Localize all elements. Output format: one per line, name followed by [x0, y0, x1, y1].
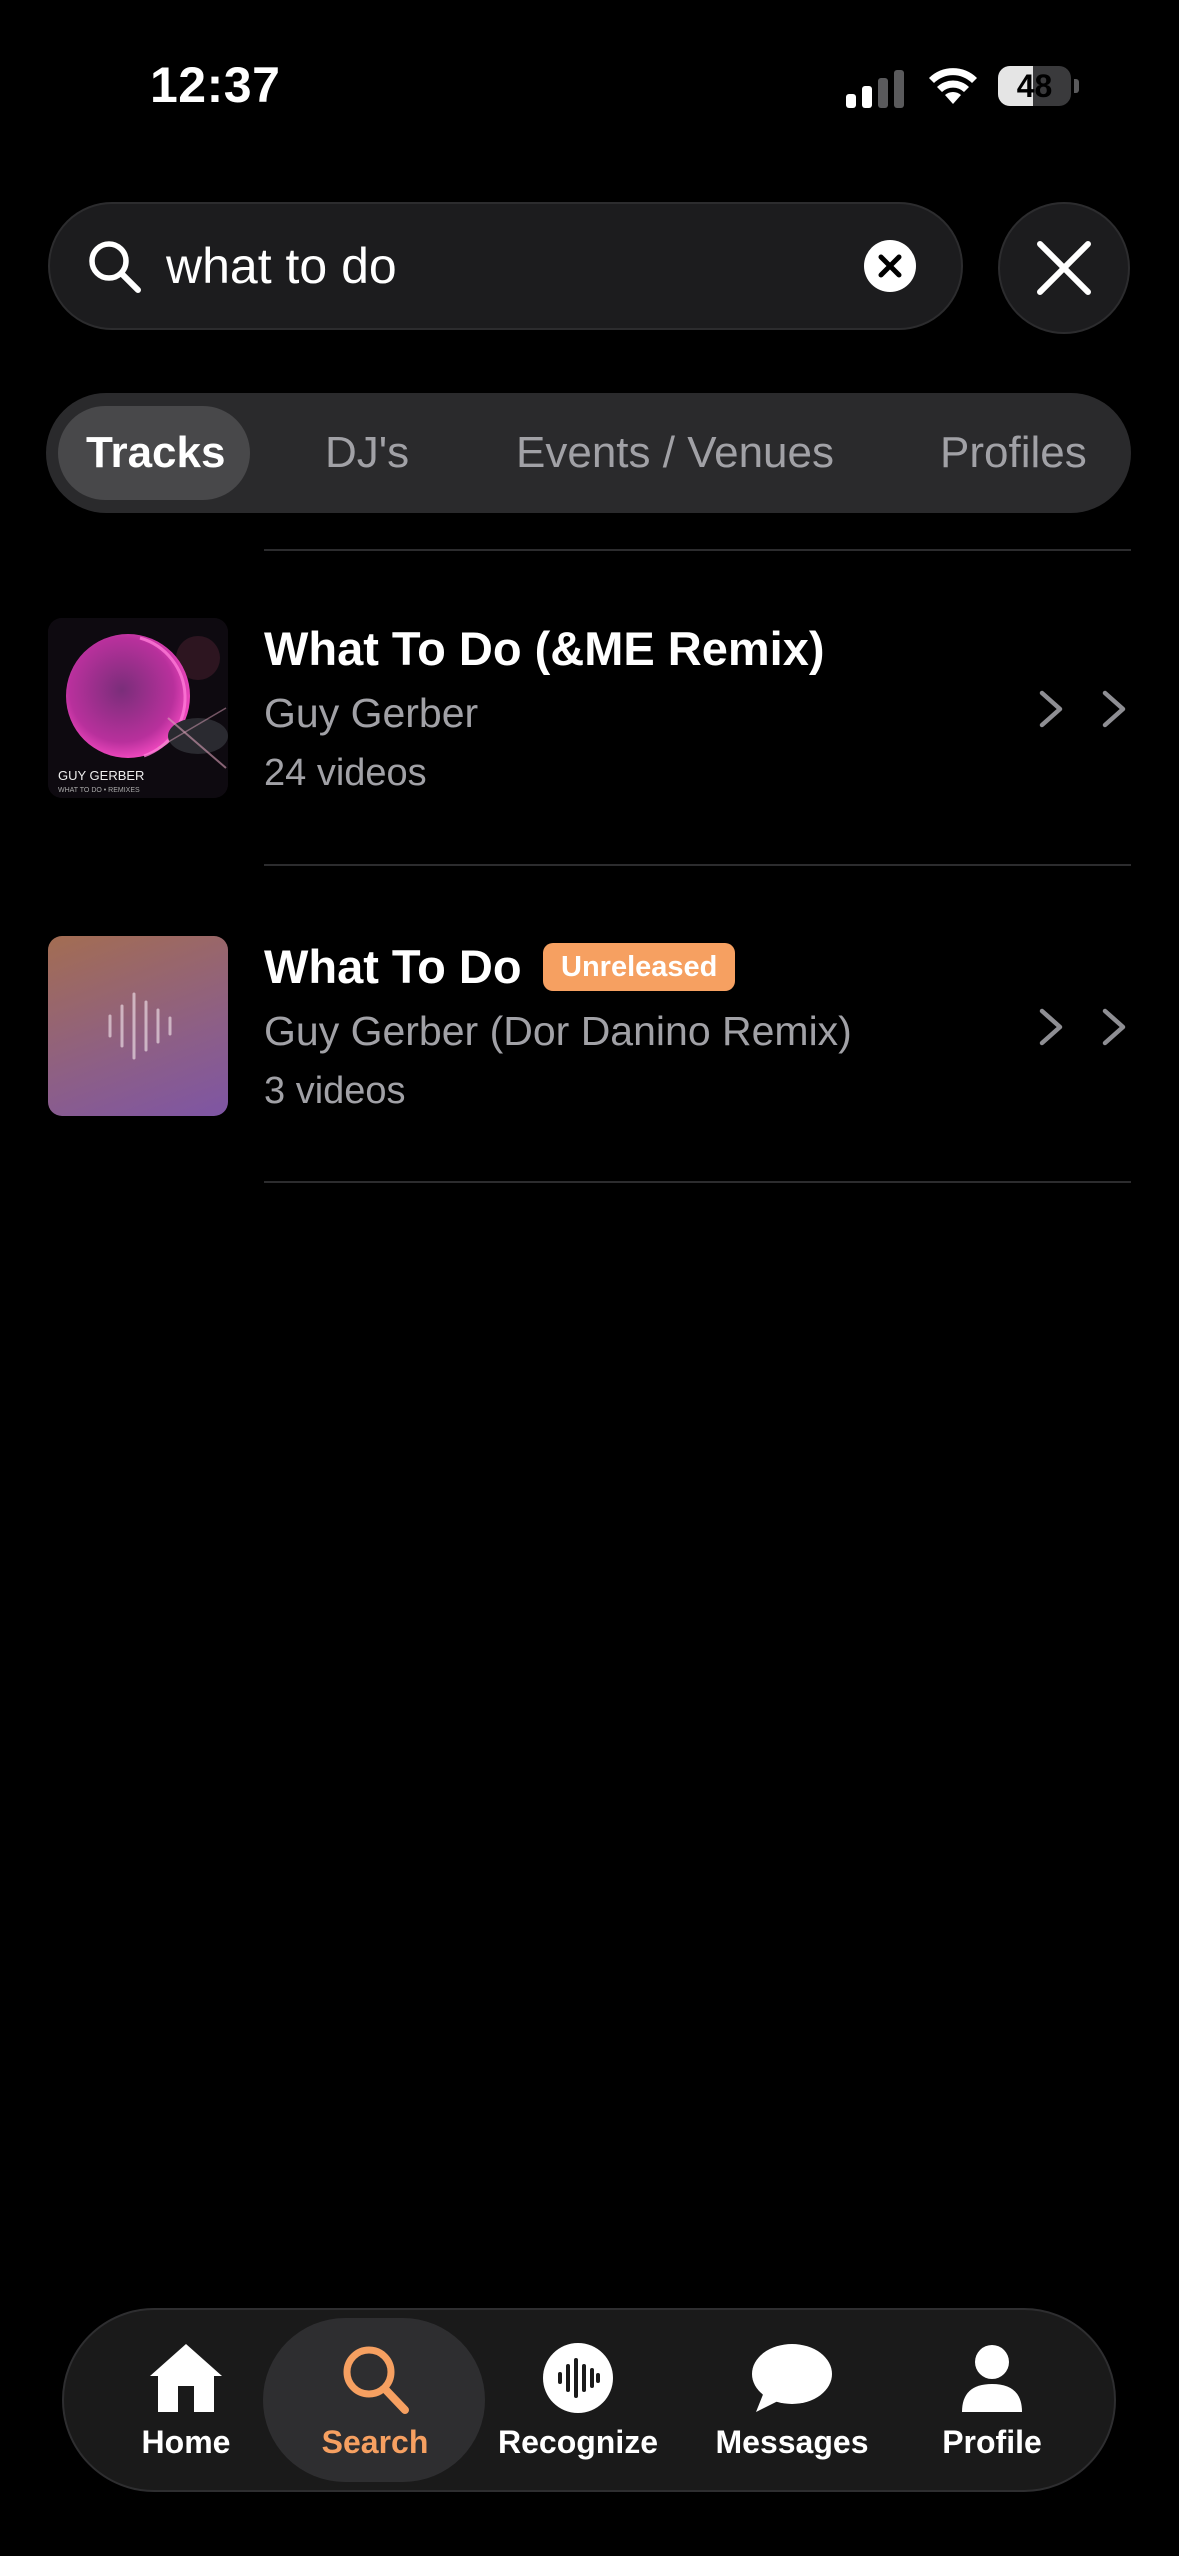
placeholder-art	[48, 936, 228, 1116]
nav-messages[interactable]: Messages	[687, 2340, 897, 2470]
close-search-button[interactable]	[998, 202, 1130, 334]
chevron-right-icon[interactable]	[1099, 687, 1129, 731]
list-divider	[264, 1181, 1131, 1183]
album-art: GUY GERBER WHAT TO DO • REMIXES	[48, 618, 228, 798]
nav-profile[interactable]: Profile	[887, 2340, 1097, 2470]
track-artist: Guy Gerber (Dor Danino Remix)	[264, 1008, 852, 1054]
clear-search-button[interactable]	[864, 240, 916, 292]
search-input[interactable]: what to do	[166, 238, 397, 294]
nav-label: Home	[141, 2424, 231, 2460]
track-title: What To Do (&ME Remix)	[264, 622, 825, 675]
video-count: 24 videos	[264, 752, 427, 794]
wifi-icon	[929, 68, 977, 104]
nav-label: Recognize	[497, 2424, 659, 2460]
list-divider	[264, 864, 1131, 866]
nav-label: Messages	[715, 2424, 869, 2460]
chevron-right-icon	[1039, 690, 1063, 728]
art-subcaption: WHAT TO DO • REMIXES	[58, 787, 140, 794]
battery-percent: 48	[1016, 68, 1053, 104]
unreleased-badge: Unreleased	[543, 943, 736, 991]
waveform-icon	[543, 2343, 613, 2413]
list-divider	[264, 549, 1131, 551]
nav-label: Search	[321, 2424, 429, 2460]
chevron-right-icon	[1039, 1008, 1063, 1046]
art-caption: GUY GERBER	[58, 768, 144, 783]
waveform-icon	[108, 992, 172, 1060]
cellular-signal-icon	[846, 70, 904, 108]
search-icon	[343, 2346, 409, 2414]
clear-icon	[878, 254, 902, 278]
track-title: What To Do	[264, 940, 522, 993]
status-time: 12:37	[150, 57, 281, 113]
battery-indicator: 48	[998, 66, 1080, 106]
video-count: 3 videos	[264, 1070, 406, 1112]
nav-search[interactable]: Search	[270, 2340, 480, 2470]
nav-home[interactable]: Home	[81, 2340, 291, 2470]
home-icon	[150, 2344, 222, 2412]
nav-label: Profile	[942, 2424, 1042, 2460]
tab-tracks[interactable]: Tracks	[86, 393, 225, 513]
close-icon	[1037, 241, 1091, 295]
track-artist: Guy Gerber	[264, 690, 479, 736]
tab-events-venues[interactable]: Events / Venues	[516, 393, 834, 513]
nav-recognize[interactable]: Recognize	[473, 2340, 683, 2470]
chat-bubble-icon	[752, 2344, 832, 2412]
chevron-right-icon[interactable]	[1099, 1005, 1129, 1049]
search-icon	[89, 241, 141, 293]
tab-djs[interactable]: DJ's	[325, 393, 409, 513]
tab-profiles[interactable]: Profiles	[940, 393, 1087, 513]
person-icon	[962, 2345, 1022, 2412]
